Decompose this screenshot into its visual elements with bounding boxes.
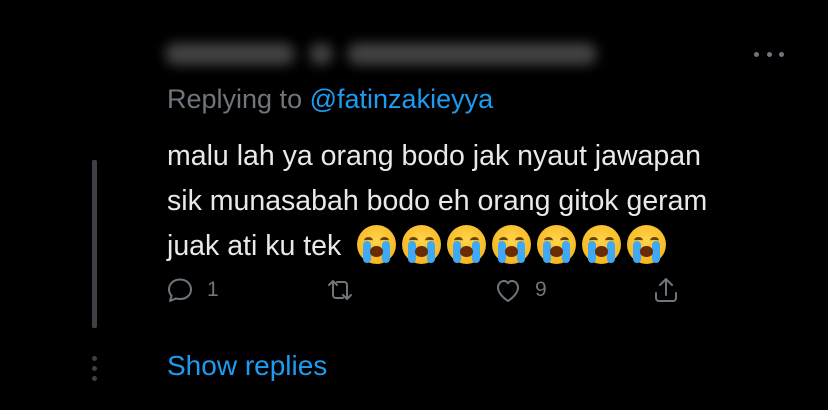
- loudly-crying-face-icon: [357, 224, 397, 264]
- emoji-group: [357, 224, 667, 264]
- replying-to-label: Replying to: [167, 84, 303, 114]
- reply-text-line: sik munasabah bodo eh orang gitok geram: [167, 185, 708, 217]
- like-count: 9: [535, 278, 547, 301]
- loudly-crying-face-icon: [447, 224, 487, 264]
- show-replies-link[interactable]: Show replies: [167, 350, 327, 382]
- loudly-crying-face-icon: [627, 224, 667, 264]
- more-options-icon[interactable]: [754, 44, 784, 64]
- username-timestamp-blurred[interactable]: [347, 43, 597, 65]
- loudly-crying-face-icon: [537, 224, 577, 264]
- like-button[interactable]: 9: [493, 272, 547, 308]
- heart-icon: [497, 280, 519, 302]
- loudly-crying-face-icon: [582, 224, 622, 264]
- loudly-crying-face-icon: [492, 224, 532, 264]
- retweet-icon: [328, 280, 352, 300]
- reply-text-line: malu lah ya orang bodo jak nyaut jawapan: [167, 140, 701, 172]
- share-button[interactable]: [651, 272, 681, 308]
- reply-text-line: juak ati ku tek: [167, 230, 342, 262]
- share-icon: [655, 278, 677, 302]
- loudly-crying-face-icon: [402, 224, 442, 264]
- reply-button[interactable]: 1: [165, 272, 219, 308]
- reply-text: malu lah ya orang bodo jak nyaut jawapan…: [167, 134, 807, 269]
- reply-count: 1: [207, 278, 219, 301]
- action-bar: 1 9: [165, 272, 705, 308]
- display-name-blurred[interactable]: [165, 43, 295, 65]
- replying-to-line: Replying to @fatinzakieyya: [167, 84, 493, 115]
- replying-to-handle-link[interactable]: @fatinzakieyya: [310, 84, 494, 114]
- speech-bubble-icon: [168, 278, 192, 302]
- thread-more-dots: [90, 356, 99, 381]
- author-header[interactable]: [165, 36, 597, 72]
- reply-text-line-with-emojis: juak ati ku tek: [167, 224, 807, 269]
- thread-connector-line: [92, 160, 97, 328]
- verified-badge-blurred: [309, 43, 333, 65]
- retweet-button[interactable]: [325, 272, 355, 308]
